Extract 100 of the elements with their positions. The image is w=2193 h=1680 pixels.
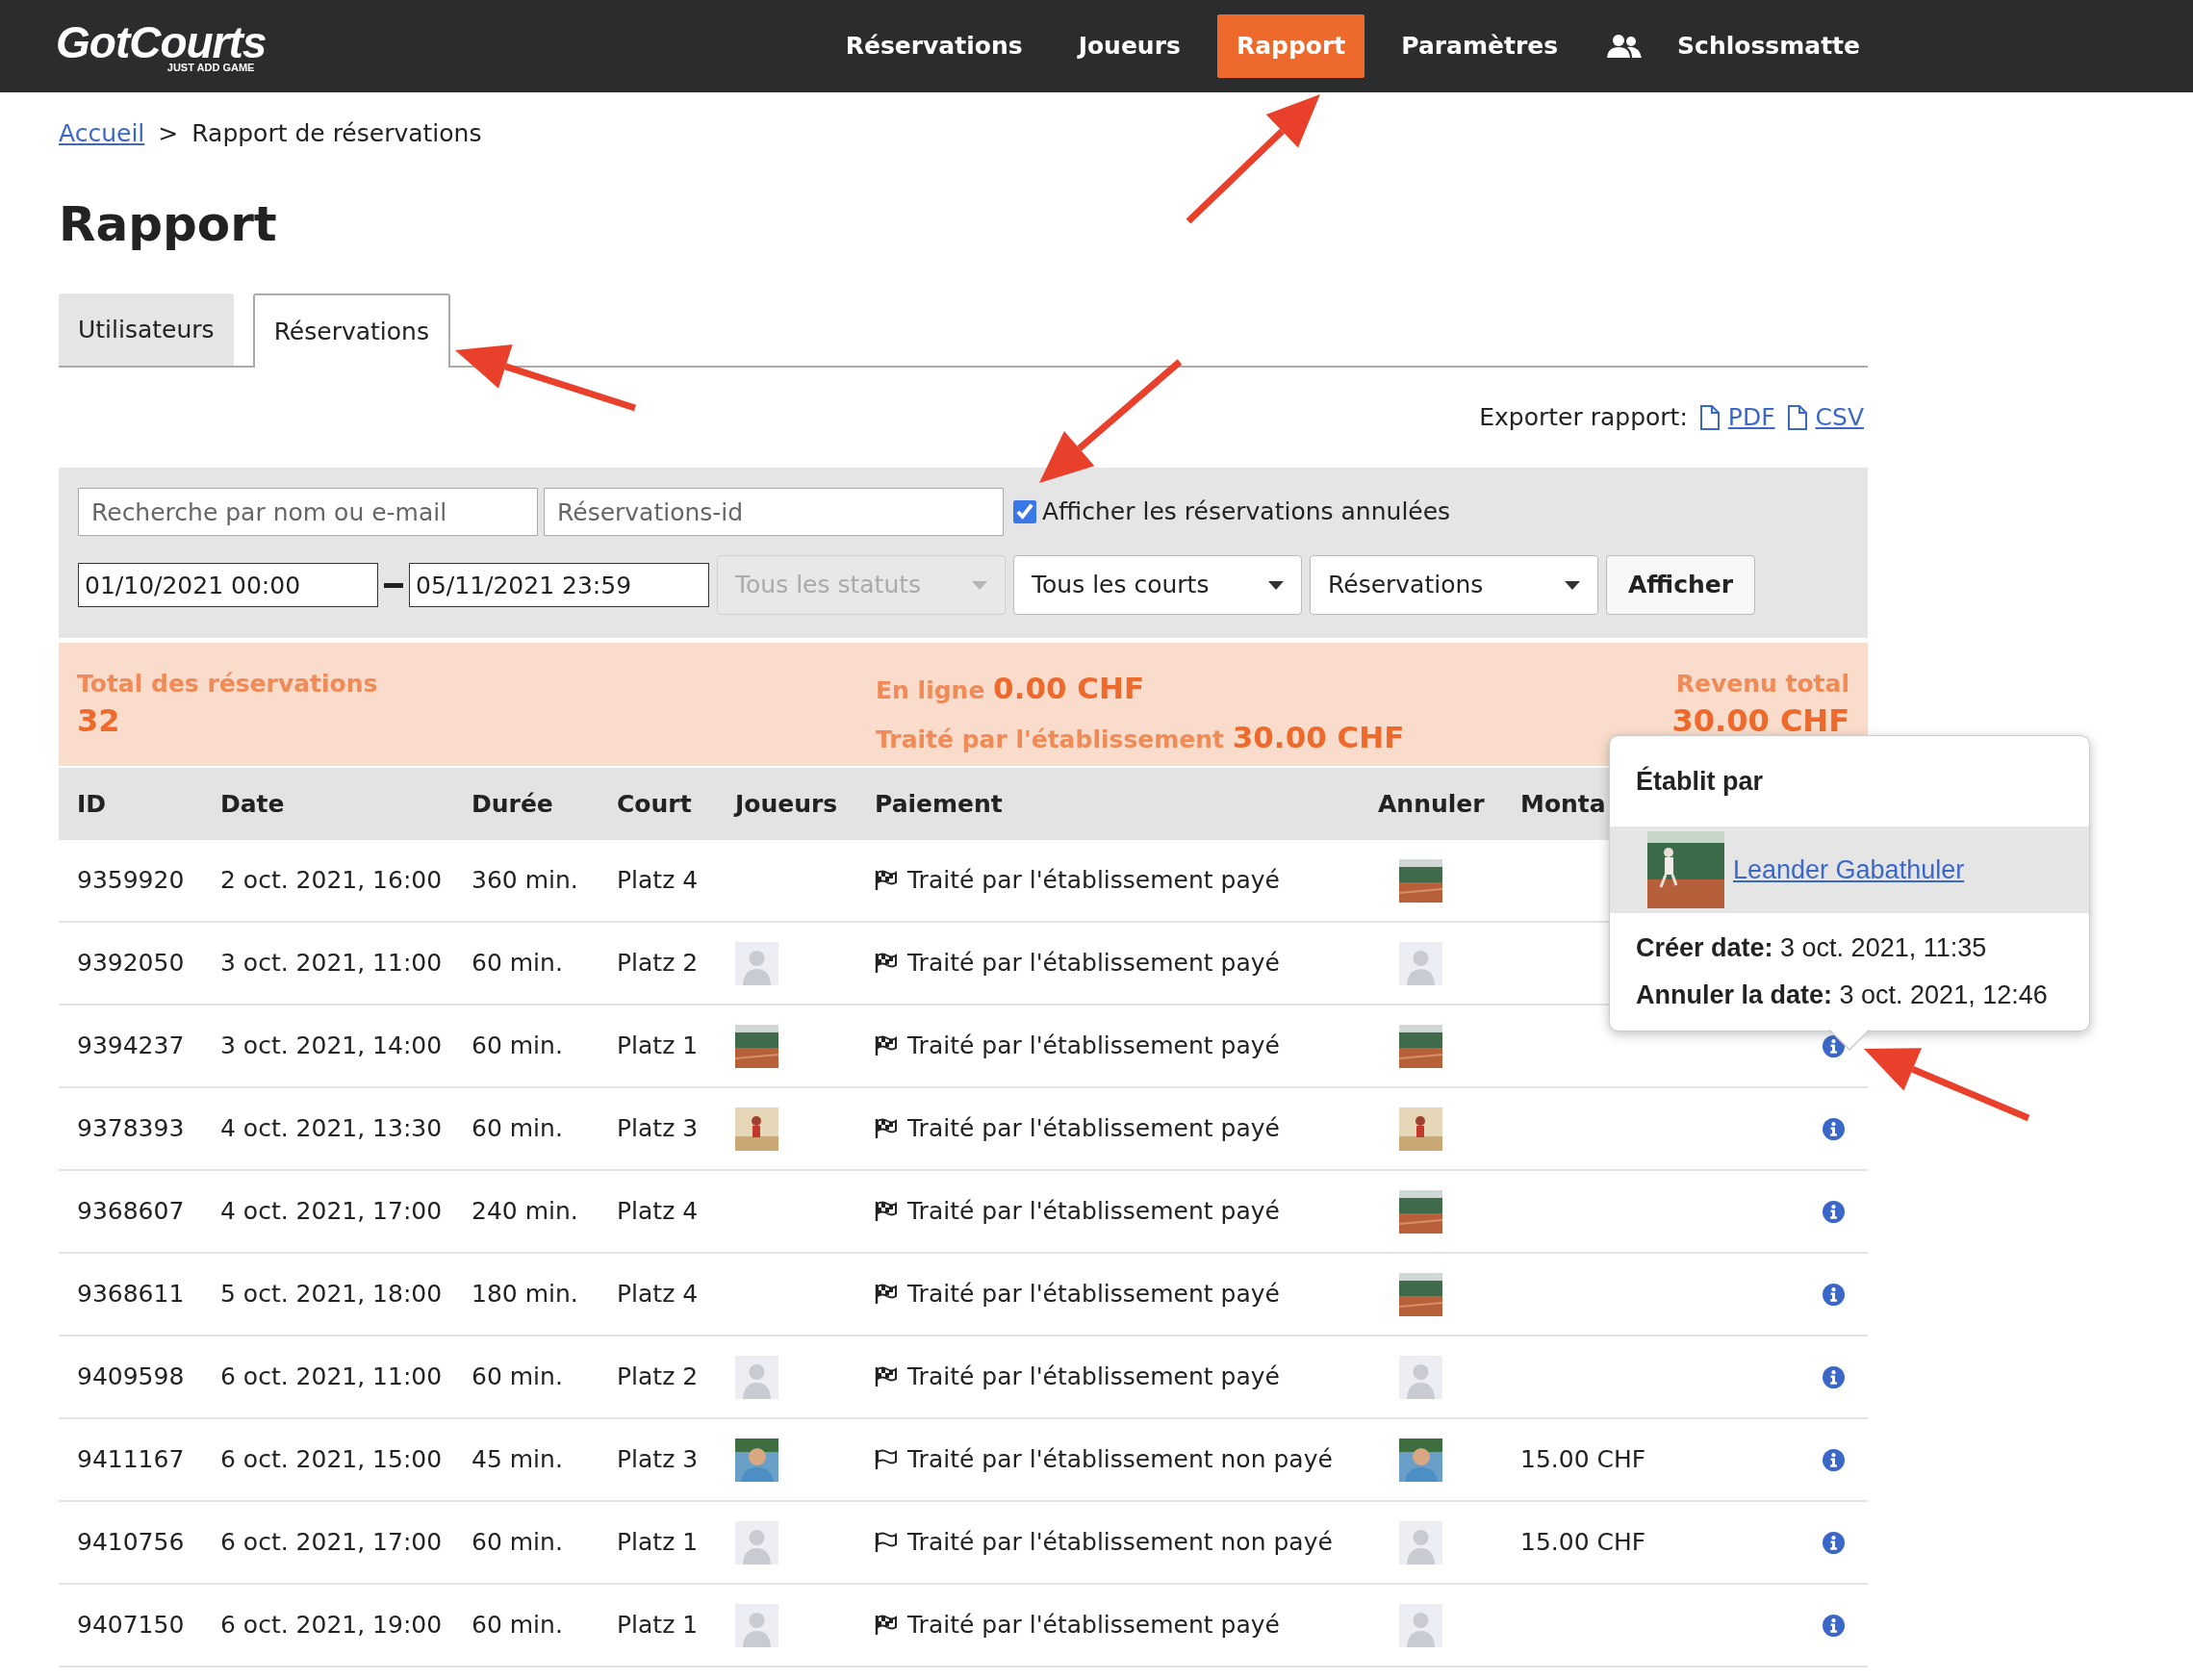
date-to-field[interactable]: 05/11/2021 23:59 xyxy=(409,563,709,607)
created-date: Créer date: 3 oct. 2021, 11:35 xyxy=(1636,932,1988,964)
table-cell-text: Platz 2 xyxy=(617,948,700,980)
table-cell-text: 9392050 xyxy=(76,948,186,980)
table-cell-text: 3 oct. 2021, 14:00 xyxy=(220,1031,444,1062)
nav-link[interactable]: Paramètres xyxy=(1382,14,1578,78)
users-icon[interactable] xyxy=(1606,34,1644,59)
table-cell-text: Platz 1 xyxy=(617,1527,700,1559)
table-cell-text: 360 min. xyxy=(472,865,579,897)
table-cell-text: 60 min. xyxy=(472,1362,564,1393)
table-cell-text: 60 min. xyxy=(472,1031,564,1062)
avatar-icon xyxy=(735,1520,778,1565)
avatar-icon xyxy=(1399,1355,1442,1399)
nav-link[interactable]: Réservations xyxy=(826,14,1042,78)
avatar-icon xyxy=(735,941,778,985)
table-cell-text: Traité par l'établissement payé xyxy=(907,1279,1280,1311)
show-button[interactable]: Afficher xyxy=(1606,555,1756,615)
venue-total: Traité par l'établissement 30.00 CHF xyxy=(876,718,1406,756)
table-cell-text: 9411167 xyxy=(76,1444,186,1476)
table-cell-text: Platz 4 xyxy=(617,1196,700,1228)
page-title: Rapport xyxy=(59,194,278,254)
table-cell-text: Traité par l'établissement non payé xyxy=(907,1527,1333,1559)
info-icon[interactable] xyxy=(1823,1365,1845,1388)
summary-label: Revenu total xyxy=(1675,669,1849,700)
table-cell-text: Traité par l'établissement payé xyxy=(907,865,1280,897)
table-cell-text: 9394237 xyxy=(76,1031,186,1062)
dropdown[interactable]: Réservations xyxy=(1310,555,1598,615)
table-cell-text: 6 oct. 2021, 19:00 xyxy=(220,1610,444,1642)
avatar-icon xyxy=(1399,941,1442,985)
caret-icon xyxy=(972,580,987,590)
avatar-icon xyxy=(735,1355,778,1399)
table-cell-text: 6 oct. 2021, 11:00 xyxy=(220,1362,444,1393)
column-header: Date xyxy=(220,788,285,820)
table-cell-text: 60 min. xyxy=(472,1113,564,1145)
table-cell-text: Platz 4 xyxy=(617,865,700,897)
user-link[interactable]: Leander Gabathuler xyxy=(1733,850,1965,890)
info-icon[interactable] xyxy=(1823,1614,1845,1637)
table-cell-text: 9378393 xyxy=(76,1113,186,1145)
file-icon xyxy=(1698,405,1721,430)
search-field[interactable]: Recherche par nom ou e-mail xyxy=(78,488,538,536)
export-link[interactable]: PDF xyxy=(1727,399,1775,436)
table-cell-text: Platz 1 xyxy=(617,1031,700,1062)
table-cell-text: 9368611 xyxy=(76,1279,186,1311)
date-from-field[interactable]: 01/10/2021 00:00 xyxy=(78,563,378,607)
table-cell-text: 9410756 xyxy=(76,1527,186,1559)
info-icon[interactable] xyxy=(1823,1200,1845,1223)
breadcrumb-separator: > xyxy=(158,118,179,150)
tab[interactable]: Réservations xyxy=(252,293,450,368)
table-cell-text: 6 oct. 2021, 17:00 xyxy=(220,1527,444,1559)
table-cell-text: 60 min. xyxy=(472,948,564,980)
table-cell-text: 45 min. xyxy=(472,1444,564,1476)
reservation-id-field[interactable]: Réservations-id xyxy=(544,488,1004,536)
column-header: Monta xyxy=(1520,788,1606,820)
column-header: ID xyxy=(77,788,107,820)
breadcrumb-link[interactable]: Accueil xyxy=(59,115,145,152)
column-header: Court xyxy=(617,788,692,820)
table-cell-text: Traité par l'établissement payé xyxy=(907,1113,1280,1145)
export-label: Exporter rapport: xyxy=(1479,402,1688,434)
checkbox-label: Afficher les réservations annulées xyxy=(1042,496,1451,528)
table-cell-text: Traité par l'établissement payé xyxy=(907,1610,1280,1642)
table-cell-text: Platz 1 xyxy=(617,1610,700,1642)
table-cell-text: 60 min. xyxy=(472,1610,564,1642)
info-icon[interactable] xyxy=(1823,1117,1845,1140)
table-cell-text: Traité par l'établissement payé xyxy=(907,1031,1280,1062)
avatar-icon xyxy=(735,1603,778,1647)
popover-title: Établit par xyxy=(1635,765,1765,798)
cancelled-date: Annuler la date: 3 oct. 2021, 12:46 xyxy=(1636,979,2049,1011)
nav-link[interactable]: Joueurs xyxy=(1058,14,1200,78)
export-link[interactable]: CSV xyxy=(1815,399,1864,436)
checkbox[interactable] xyxy=(1013,500,1036,523)
column-header: Durée xyxy=(472,788,553,820)
info-icon[interactable] xyxy=(1823,1448,1845,1471)
avatar-icon xyxy=(1399,1603,1442,1647)
range-dash xyxy=(384,582,403,588)
avatar-icon xyxy=(1399,1520,1442,1565)
caret-icon xyxy=(1565,580,1580,590)
club-link[interactable]: Schlossmatte xyxy=(1671,28,1866,64)
breadcrumb-current: Rapport de réservations xyxy=(191,118,482,150)
dropdown[interactable]: Tous les courts xyxy=(1013,555,1302,615)
info-icon[interactable] xyxy=(1823,1531,1845,1554)
table-cell-text: 240 min. xyxy=(472,1196,579,1228)
column-header: Paiement xyxy=(875,788,1003,820)
file-icon xyxy=(1786,405,1808,430)
column-header: Joueurs xyxy=(735,788,838,820)
tab[interactable]: Utilisateurs xyxy=(59,293,234,366)
table-cell-text: 9359920 xyxy=(76,865,186,897)
table-cell-text: Traité par l'établissement payé xyxy=(907,1196,1280,1228)
table-cell-text: Platz 3 xyxy=(617,1444,700,1476)
table-cell-text: 60 min. xyxy=(472,1527,564,1559)
table-cell-text: 4 oct. 2021, 13:30 xyxy=(220,1113,444,1145)
table-cell-text: Platz 4 xyxy=(617,1279,700,1311)
table-cell: 15.00 CHF xyxy=(1520,1528,1646,1557)
table-cell-text: 3 oct. 2021, 11:00 xyxy=(220,948,444,980)
table-cell-text: Traité par l'établissement payé xyxy=(907,948,1280,980)
info-icon[interactable] xyxy=(1823,1283,1845,1306)
table-cell-text: 180 min. xyxy=(472,1279,579,1311)
logo[interactable]: GotCourts JUST ADD GAME xyxy=(56,19,267,73)
table-cell-text: 9368607 xyxy=(76,1196,186,1228)
table-cell-text: 2 oct. 2021, 16:00 xyxy=(220,865,444,897)
table-cell-text: 6 oct. 2021, 15:00 xyxy=(220,1444,444,1476)
